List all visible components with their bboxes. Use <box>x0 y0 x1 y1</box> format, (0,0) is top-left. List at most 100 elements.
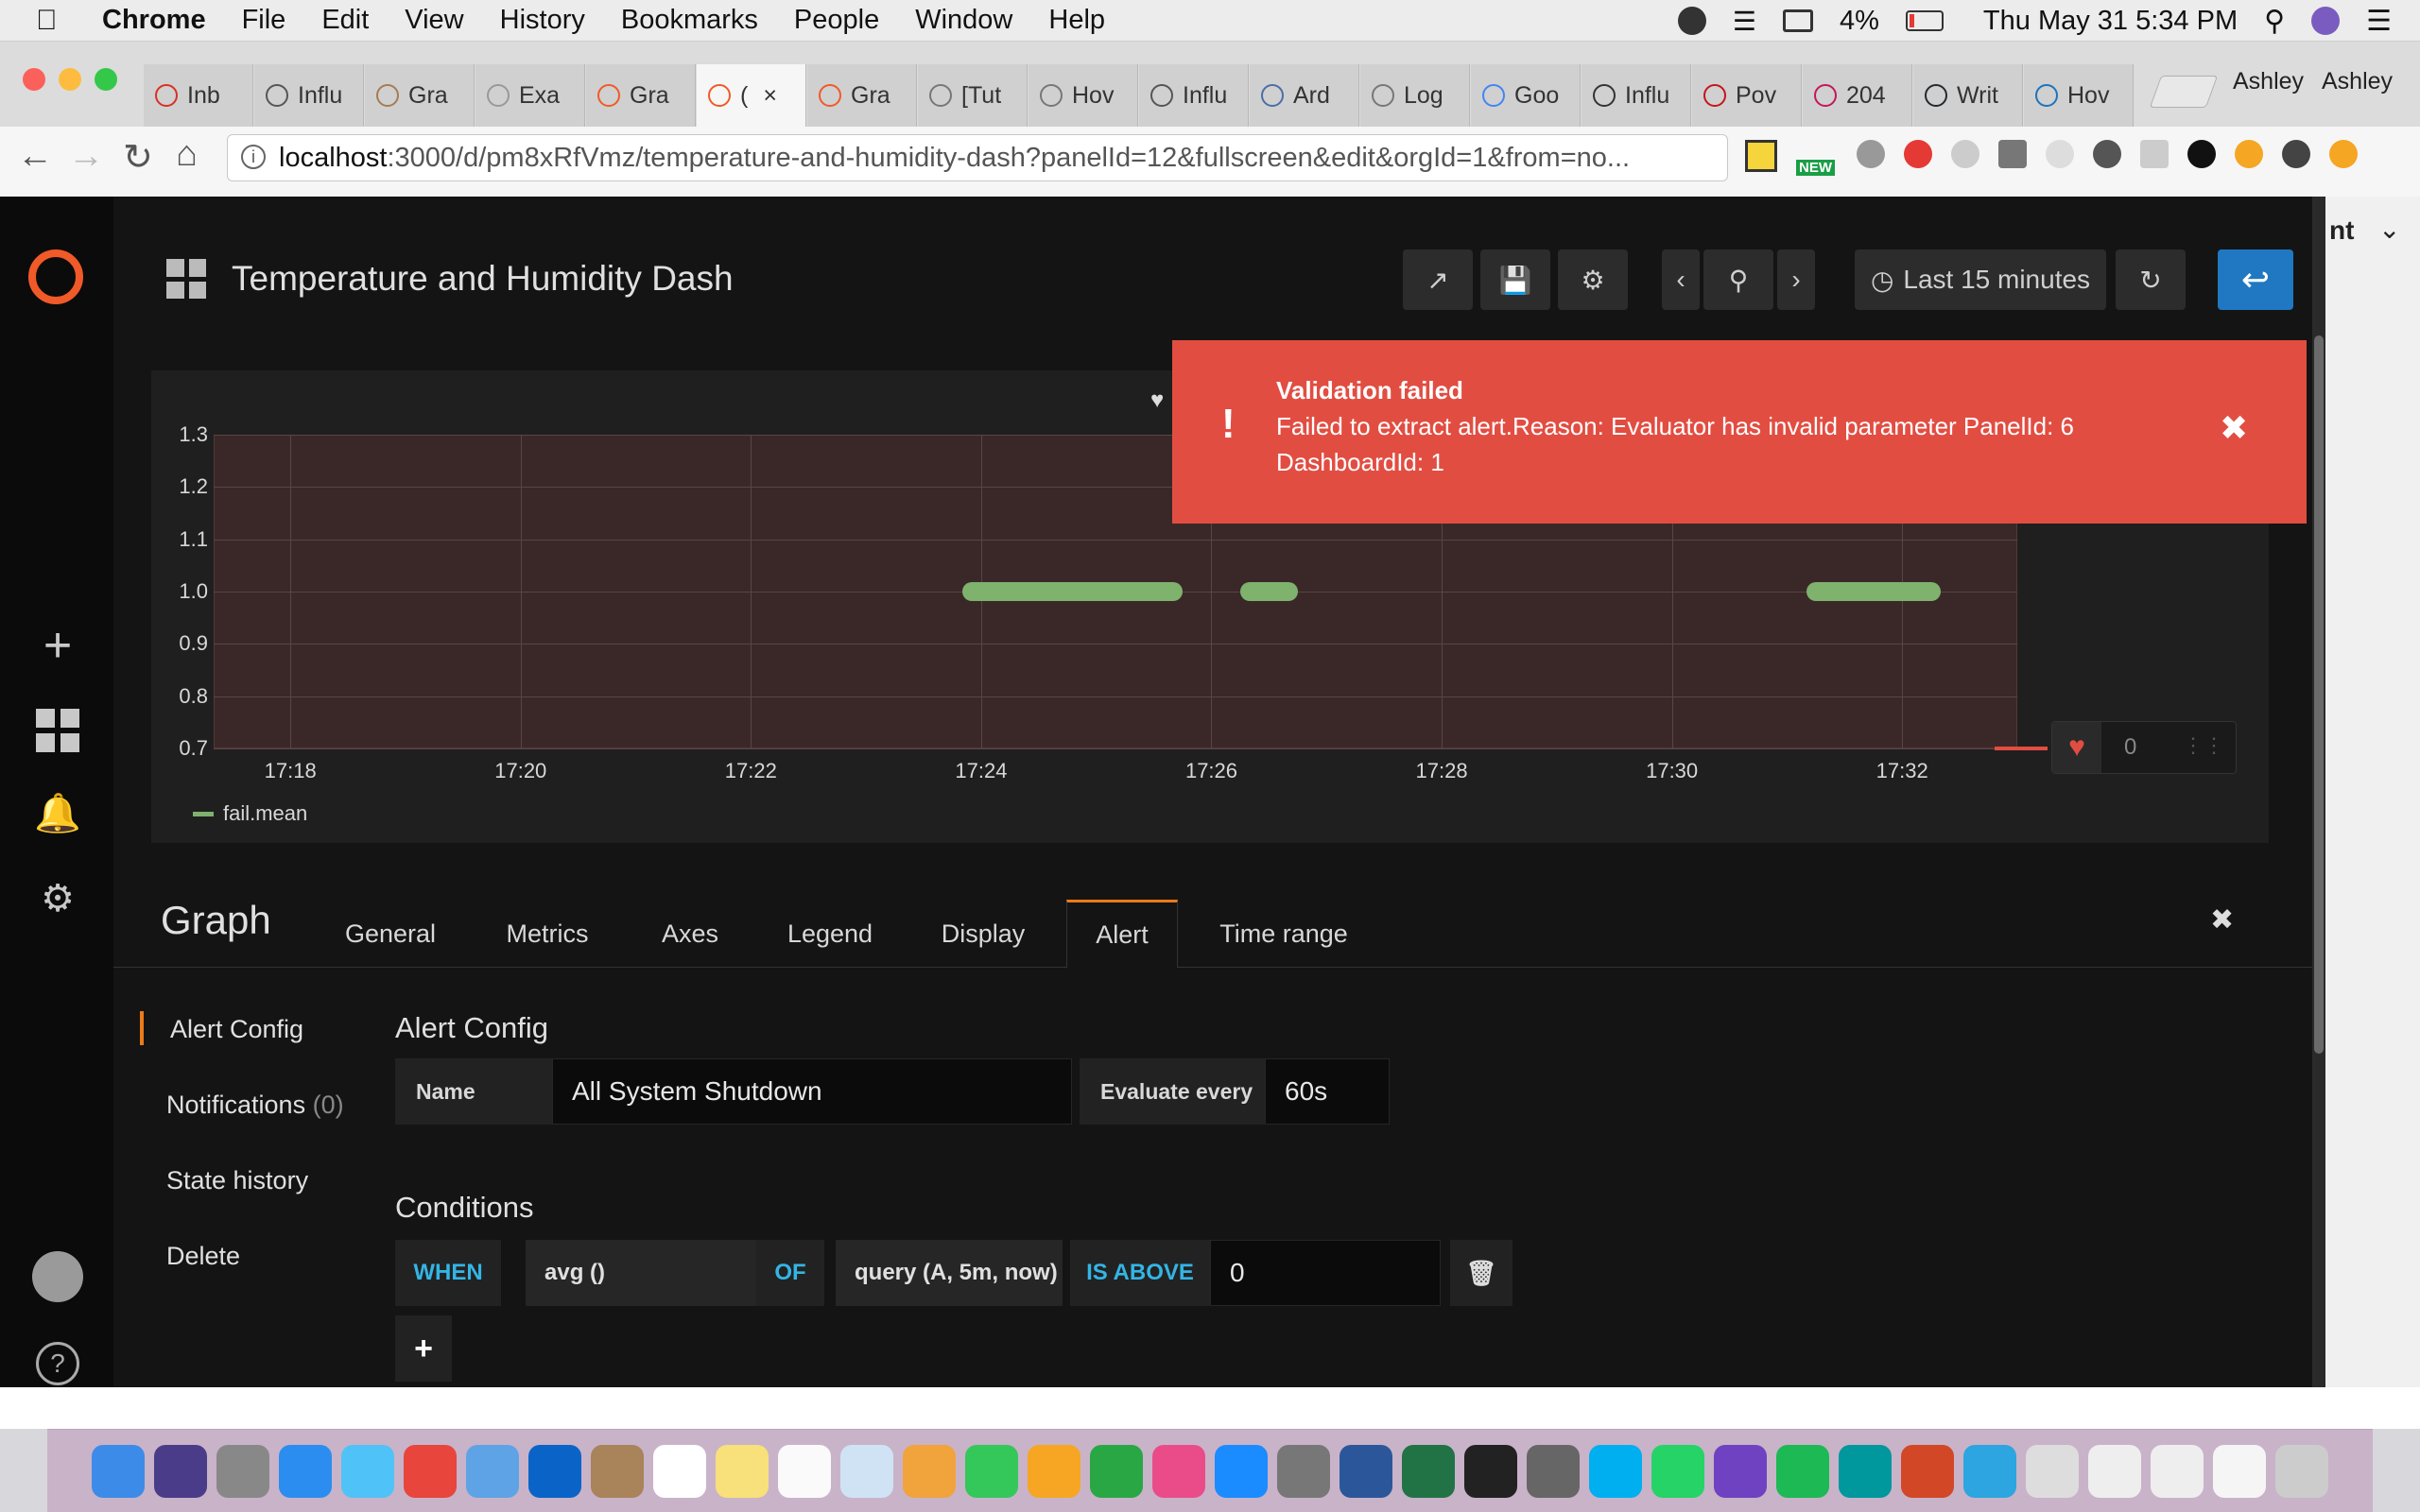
photos-icon[interactable] <box>903 1444 956 1498</box>
extension-leaf-icon[interactable] <box>2140 140 2169 168</box>
extension-hat-icon[interactable] <box>2093 140 2121 168</box>
time-forward-button[interactable]: › <box>1777 249 1815 310</box>
close-editor-icon[interactable]: ✖ <box>2210 903 2234 936</box>
browser-tab[interactable]: Influ <box>254 64 364 127</box>
apple-menu-icon[interactable]:  <box>36 5 68 37</box>
contacts-icon[interactable] <box>591 1444 644 1498</box>
outlook-icon[interactable] <box>528 1444 581 1498</box>
settings-gear-button[interactable]: ⚙ <box>1558 249 1628 310</box>
tab-alert[interactable]: Alert <box>1066 900 1178 968</box>
spotify-icon[interactable] <box>1776 1444 1829 1498</box>
extension-yellow-icon[interactable] <box>2329 140 2358 168</box>
drag-handle-icon[interactable]: ⋮⋮ <box>2183 733 2224 758</box>
system-preferences-icon[interactable] <box>1277 1444 1330 1498</box>
preview-icon[interactable] <box>840 1444 893 1498</box>
time-range-picker[interactable]: ◷ Last 15 minutes <box>1855 249 2106 310</box>
side-menu-state-history[interactable]: State history <box>166 1166 308 1195</box>
user-avatar[interactable] <box>32 1251 83 1302</box>
menu-edit[interactable]: Edit <box>321 5 369 36</box>
menu-file[interactable]: File <box>242 5 286 36</box>
configuration-gear-icon[interactable]: ⚙ <box>34 875 81 922</box>
zoom-out-button[interactable]: ⚲ <box>1703 249 1773 310</box>
share-button[interactable]: ↗ <box>1403 249 1473 310</box>
browser-tab[interactable]: Goo <box>1471 64 1581 127</box>
word-icon[interactable] <box>1340 1444 1392 1498</box>
document-stack-icon[interactable] <box>2088 1444 2141 1498</box>
airplay-icon[interactable] <box>1783 9 1813 32</box>
reload-icon[interactable]: ↻ <box>123 136 153 179</box>
pages-icon[interactable] <box>1028 1444 1080 1498</box>
browser-tab[interactable]: Gra <box>365 64 475 127</box>
menu-window[interactable]: Window <box>915 5 1012 36</box>
chrome-icon[interactable] <box>404 1444 457 1498</box>
siri-icon[interactable] <box>2311 7 2341 35</box>
numbers-icon[interactable] <box>1090 1444 1143 1498</box>
threshold-input[interactable]: 0 <box>1210 1240 1441 1306</box>
sublime-icon[interactable] <box>1527 1444 1580 1498</box>
new-tab-button[interactable] <box>2149 76 2219 108</box>
create-plus-icon[interactable]: + <box>34 621 81 670</box>
powerpoint-icon[interactable] <box>1901 1444 1954 1498</box>
wifi-icon[interactable]: ☰ <box>1733 6 1756 37</box>
browser-tab[interactable]: Gra <box>807 64 917 127</box>
spotlight-icon[interactable]: ⚲ <box>2264 5 2285 38</box>
grafana-logo-icon[interactable] <box>28 249 83 304</box>
extension-gear-icon[interactable] <box>2046 140 2074 168</box>
browser-tab[interactable]: Hov <box>2024 64 2134 127</box>
reducer-select[interactable]: avg () <box>526 1240 756 1306</box>
imovie-icon[interactable] <box>1714 1444 1767 1498</box>
app-store-icon[interactable] <box>1215 1444 1268 1498</box>
legend-series-label[interactable]: fail.mean <box>223 801 307 826</box>
browser-tab[interactable]: Inb <box>144 64 253 127</box>
forward-arrow-icon[interactable]: → <box>68 136 104 177</box>
tab-display[interactable]: Display <box>926 900 1040 968</box>
evaluator-select[interactable]: IS ABOVE <box>1070 1240 1210 1306</box>
whatsapp-icon[interactable] <box>1651 1444 1704 1498</box>
mail-icon[interactable] <box>466 1444 519 1498</box>
folder-stack-icon[interactable] <box>2151 1444 2204 1498</box>
dashboard-title[interactable]: Temperature and Humidity Dash <box>232 259 734 299</box>
siri-icon[interactable] <box>154 1444 207 1498</box>
zoom-window-button[interactable] <box>95 68 117 91</box>
location-icon[interactable] <box>1677 7 1706 35</box>
dashboard-grid-icon[interactable] <box>166 259 206 299</box>
browser-tab[interactable]: Exa <box>475 64 585 127</box>
minimize-window-button[interactable] <box>59 68 81 91</box>
extension-dark-icon[interactable] <box>2282 140 2310 168</box>
browser-tab[interactable]: (× <box>697 64 806 127</box>
extension-circle-icon[interactable] <box>1857 140 1885 168</box>
extension-cloud-icon[interactable] <box>1951 140 1979 168</box>
close-toast-icon[interactable]: ✖ <box>2220 408 2248 448</box>
close-window-button[interactable] <box>23 68 45 91</box>
extension-new-icon[interactable]: NEW <box>1796 140 1838 176</box>
extension-moon-icon[interactable] <box>2187 140 2216 168</box>
browser-tab[interactable]: 204 <box>1803 64 1912 127</box>
battery-icon[interactable] <box>1905 10 1944 31</box>
trash-icon[interactable] <box>2275 1444 2328 1498</box>
save-button[interactable]: 💾 <box>1480 249 1550 310</box>
alerting-bell-icon[interactable]: 🔔 <box>34 790 81 837</box>
launchpad-icon[interactable] <box>216 1444 269 1498</box>
tab-time-range[interactable]: Time range <box>1210 900 1357 968</box>
side-menu-notifications[interactable]: Notifications (0) <box>166 1091 344 1120</box>
side-menu-delete[interactable]: Delete <box>166 1242 240 1271</box>
menu-view[interactable]: View <box>405 5 463 36</box>
menu-history[interactable]: History <box>500 5 585 36</box>
close-tab-icon[interactable]: × <box>763 82 777 110</box>
browser-tab[interactable]: Writ <box>1913 64 2023 127</box>
extension-orange-icon[interactable] <box>2235 140 2263 168</box>
messages-icon[interactable] <box>341 1444 394 1498</box>
extension-robot-icon[interactable] <box>1998 140 2027 168</box>
alert-name-input[interactable]: All System Shutdown <box>552 1058 1072 1125</box>
menu-people[interactable]: People <box>794 5 879 36</box>
tab-legend[interactable]: Legend <box>775 900 885 968</box>
calendar-icon[interactable] <box>653 1444 706 1498</box>
threshold-handle[interactable]: ♥ 0 ⋮⋮ <box>2051 721 2237 774</box>
refresh-button[interactable]: ↻ <box>2116 249 2186 310</box>
back-arrow-icon[interactable]: ← <box>17 136 53 177</box>
tab-general[interactable]: General <box>333 900 448 968</box>
file-stack-icon[interactable] <box>2213 1444 2266 1498</box>
terminal-icon[interactable] <box>1464 1444 1517 1498</box>
browser-tab[interactable]: Gra <box>586 64 696 127</box>
extension-shield-icon[interactable] <box>1904 140 1932 168</box>
